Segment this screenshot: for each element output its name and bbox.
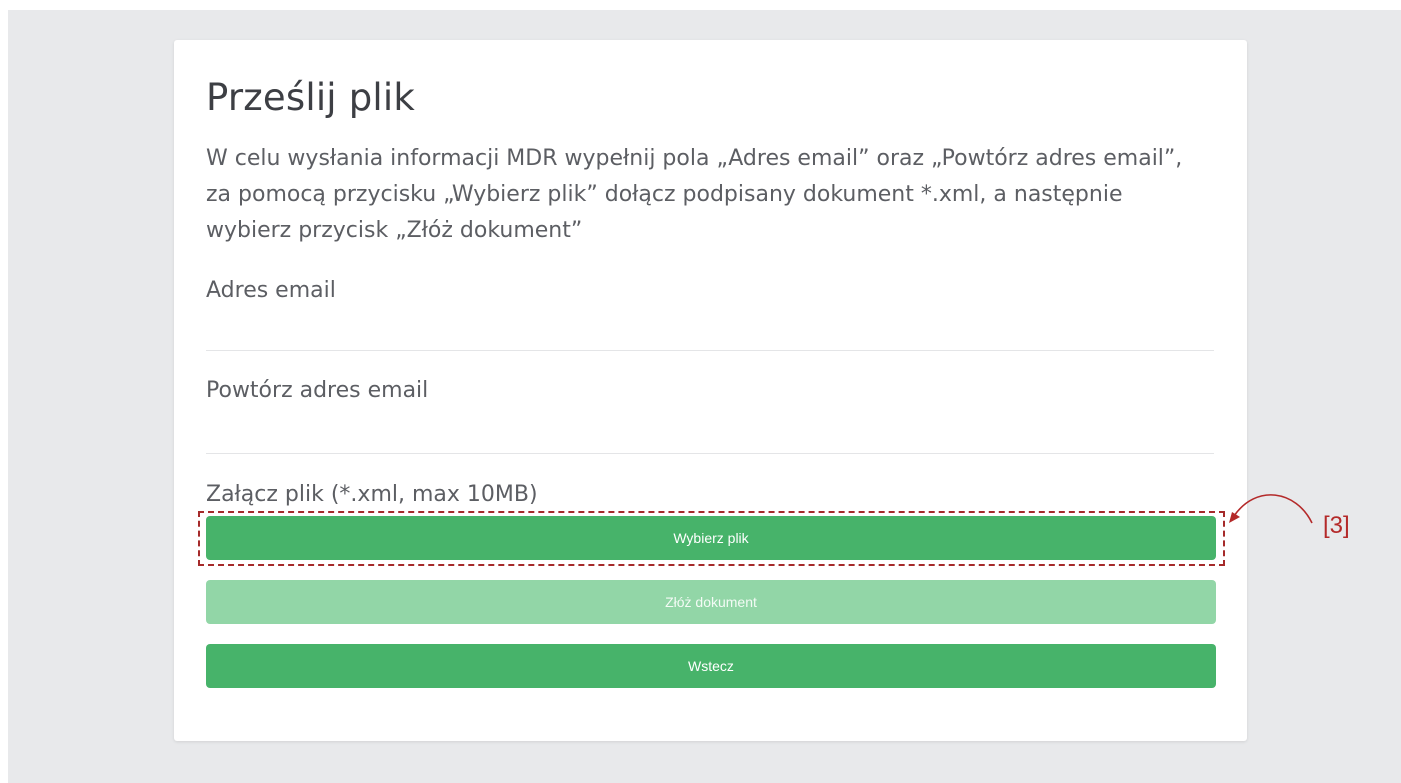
attach-file-label: Załącz plik (*.xml, max 10MB): [206, 482, 538, 507]
instructions-text: W celu wysłania informacji MDR wypełnij …: [206, 146, 1183, 243]
email-label: Adres email: [206, 278, 336, 303]
email-field[interactable]: [206, 309, 1214, 351]
repeat-email-label: Powtórz adres email: [206, 378, 429, 403]
callout-arrow-icon: [1229, 494, 1313, 524]
repeat-email-field[interactable]: [206, 412, 1214, 454]
upload-form-card: Prześlij plik W celu wysłania informacji…: [174, 40, 1247, 741]
choose-file-button[interactable]: Wybierz plik: [206, 516, 1216, 560]
callout-step-label: [3]: [1323, 512, 1350, 539]
page-title: Prześlij plik: [206, 76, 416, 119]
submit-document-button[interactable]: Złóż dokument: [206, 580, 1216, 624]
back-button[interactable]: Wstecz: [206, 644, 1216, 688]
